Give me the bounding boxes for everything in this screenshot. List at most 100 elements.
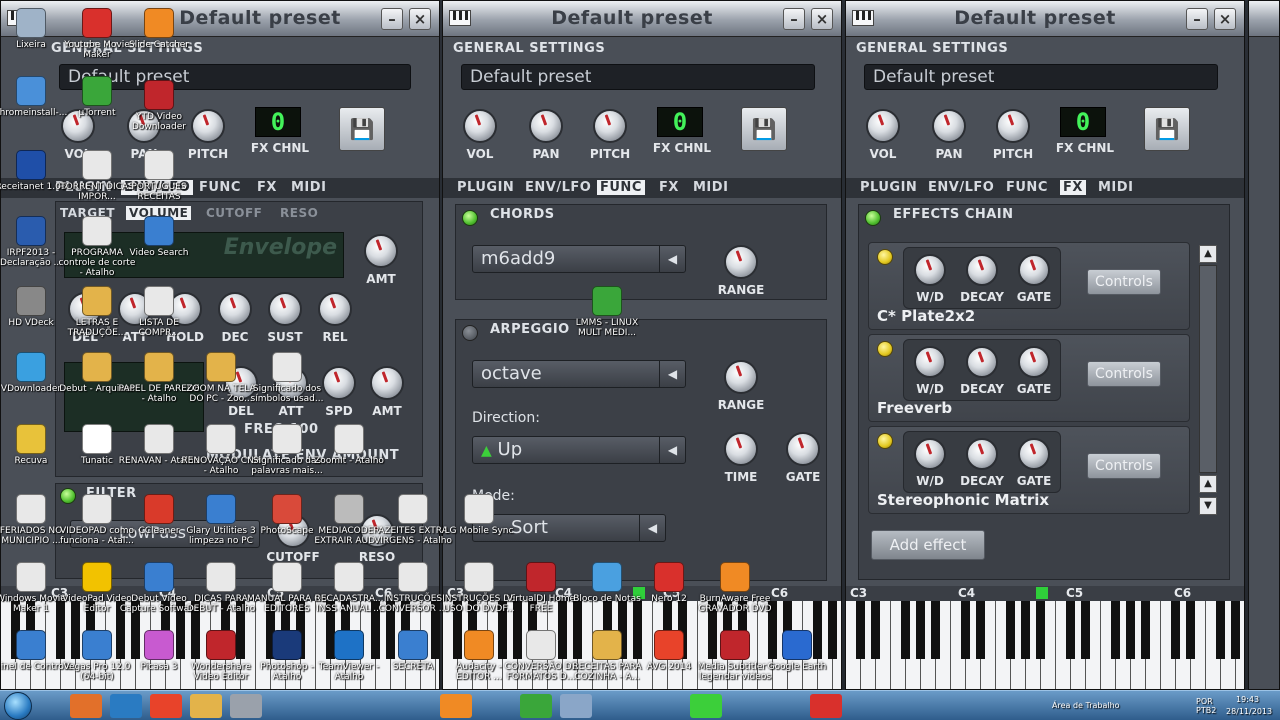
effect-controls-button[interactable]: Controls — [1087, 453, 1161, 479]
close-button[interactable]: × — [1214, 8, 1236, 30]
tab-plugin[interactable]: PLUGIN — [457, 180, 514, 195]
effect-slot[interactable]: W/D DECAY GATE Controls Stereophonic Mat… — [868, 426, 1190, 514]
tab-plugin[interactable]: PLUGIN — [860, 180, 917, 195]
fx-channel-lcd[interactable]: 0 — [657, 107, 703, 137]
lfo-amt-knob[interactable] — [370, 366, 404, 400]
vol-knob[interactable] — [866, 109, 900, 143]
taskbar-calc-icon[interactable] — [230, 694, 262, 718]
effect-enable-led[interactable] — [877, 433, 893, 449]
vol-knob[interactable] — [463, 109, 497, 143]
desktop-icon[interactable]: ZoomIt - Atalho — [308, 424, 390, 466]
desktop-icon[interactable]: Slide Catcher — [118, 8, 200, 50]
taskbar-firefox-icon[interactable] — [70, 694, 102, 718]
start-button[interactable] — [4, 692, 32, 720]
pan-knob[interactable] — [529, 109, 563, 143]
effect-enable-led[interactable] — [877, 341, 893, 357]
tab-midi[interactable]: MIDI — [693, 180, 728, 195]
pitch-knob[interactable] — [996, 109, 1030, 143]
effect-controls-button[interactable]: Controls — [1087, 269, 1161, 295]
taskbar-lmms-icon[interactable] — [440, 694, 472, 718]
piano-keyboard-right[interactable]: C3 C4 C5 C6 — [846, 586, 1244, 689]
add-effect-button[interactable]: Add effect — [871, 530, 985, 560]
save-preset-button[interactable]: 💾 — [339, 107, 385, 151]
save-preset-button[interactable]: 💾 — [741, 107, 787, 151]
window-titlebar[interactable]: Default preset – × — [443, 1, 841, 37]
taskbar-firefox2-icon[interactable] — [150, 694, 182, 718]
taskbar-nero-icon[interactable] — [810, 694, 842, 718]
pan-knob[interactable] — [932, 109, 966, 143]
preset-name-field[interactable]: Default preset — [864, 64, 1218, 90]
minimize-button[interactable]: – — [1186, 8, 1208, 30]
wd-knob[interactable] — [914, 254, 946, 286]
taskbar-explorer-icon[interactable] — [190, 694, 222, 718]
tab-func[interactable]: FUNC — [1006, 180, 1048, 195]
scrollbar-track[interactable] — [1199, 265, 1217, 473]
desktop-icon[interactable]: PORTUGUES RECEITAS — [118, 150, 200, 202]
base-note-marker[interactable] — [1036, 587, 1048, 599]
env-tab-cutoff[interactable]: CUTOFF — [206, 206, 262, 220]
chord-select[interactable]: m6add9 ◀ — [472, 245, 686, 273]
chords-led[interactable] — [462, 210, 478, 226]
env-amt-knob[interactable] — [364, 234, 398, 268]
tab-fx[interactable]: FX — [257, 180, 277, 195]
window-titlebar[interactable] — [1249, 1, 1279, 37]
wd-knob[interactable] — [914, 346, 946, 378]
arpeggio-select[interactable]: octave ◀ — [472, 360, 686, 388]
desktop-icon[interactable]: BurnAware Free GRAVADOR DVD — [694, 562, 776, 614]
desktop-icon[interactable]: LG Mobile Sync — [438, 494, 520, 536]
arpeggio-led[interactable] — [462, 325, 478, 341]
taskbar-utorrent-icon[interactable] — [520, 694, 552, 718]
env-dec-knob[interactable] — [218, 292, 252, 326]
fx-channel-lcd[interactable]: 0 — [1060, 107, 1106, 137]
decay-knob[interactable] — [966, 438, 998, 470]
scroll-down-button[interactable]: ▲ — [1199, 475, 1217, 493]
tab-midi[interactable]: MIDI — [1098, 180, 1133, 195]
effect-controls-button[interactable]: Controls — [1087, 361, 1161, 387]
tab-fx[interactable]: FX — [1060, 180, 1086, 195]
close-button[interactable]: × — [409, 8, 431, 30]
taskbar-save-icon[interactable] — [560, 694, 592, 718]
gate-knob[interactable] — [1018, 254, 1050, 286]
env-tab-reso[interactable]: RESO — [280, 206, 318, 220]
desktop-icon[interactable]: Video Search — [118, 216, 200, 258]
taskbar-ie-icon[interactable] — [110, 694, 142, 718]
taskbar-app-icon[interactable] — [690, 694, 722, 718]
fx-channel-lcd[interactable]: 0 — [255, 107, 301, 137]
close-button[interactable]: × — [811, 8, 833, 30]
gate-knob[interactable] — [786, 432, 820, 466]
env-rel-knob[interactable] — [318, 292, 352, 326]
desktop-icon[interactable]: LISTA DE COMPR... — [118, 286, 200, 338]
tab-midi[interactable]: MIDI — [291, 180, 326, 195]
minimize-button[interactable]: – — [783, 8, 805, 30]
pitch-knob[interactable] — [593, 109, 627, 143]
decay-knob[interactable] — [966, 346, 998, 378]
effect-slot[interactable]: W/D DECAY GATE Controls Freeverb — [868, 334, 1190, 422]
taskbar-clock[interactable]: 19:43 — [1236, 695, 1259, 704]
desktop-icon[interactable]: Google Earth — [756, 630, 838, 672]
gate-knob[interactable] — [1018, 438, 1050, 470]
gate-knob[interactable] — [1018, 346, 1050, 378]
time-knob[interactable] — [724, 432, 758, 466]
tab-func[interactable]: FUNC — [597, 180, 645, 195]
effect-slot[interactable]: W/D DECAY GATE Controls C* Plate2x2 — [868, 242, 1190, 330]
save-preset-button[interactable]: 💾 — [1144, 107, 1190, 151]
effect-enable-led[interactable] — [877, 249, 893, 265]
taskbar-desktop-label[interactable]: Área de Trabalho — [1052, 701, 1120, 710]
minimize-button[interactable]: – — [381, 8, 403, 30]
tab-fx[interactable]: FX — [659, 180, 679, 195]
desktop-icon[interactable]: YTD Video Downloader — [118, 80, 200, 132]
tab-envlfo[interactable]: ENV/LFO — [928, 180, 994, 195]
desktop-icon[interactable]: Significado dos símbolos usad... — [246, 352, 328, 404]
effects-chain-led[interactable] — [865, 210, 881, 226]
window-titlebar[interactable]: Default preset – × — [846, 1, 1244, 37]
taskbar-date[interactable]: 28/11/2013 — [1226, 707, 1272, 716]
black-keys[interactable] — [846, 601, 1244, 659]
scroll-up-button[interactable]: ▲ — [1199, 245, 1217, 263]
chord-range-knob[interactable] — [724, 245, 758, 279]
taskbar-lang[interactable]: POR PTB2 — [1196, 697, 1216, 715]
scroll-down-button-2[interactable]: ▼ — [1199, 497, 1217, 515]
direction-select[interactable]: ▲ Up ◀ — [472, 436, 686, 464]
tab-func[interactable]: FUNC — [199, 180, 241, 195]
arp-range-knob[interactable] — [724, 360, 758, 394]
preset-name-field[interactable]: Default preset — [461, 64, 815, 90]
